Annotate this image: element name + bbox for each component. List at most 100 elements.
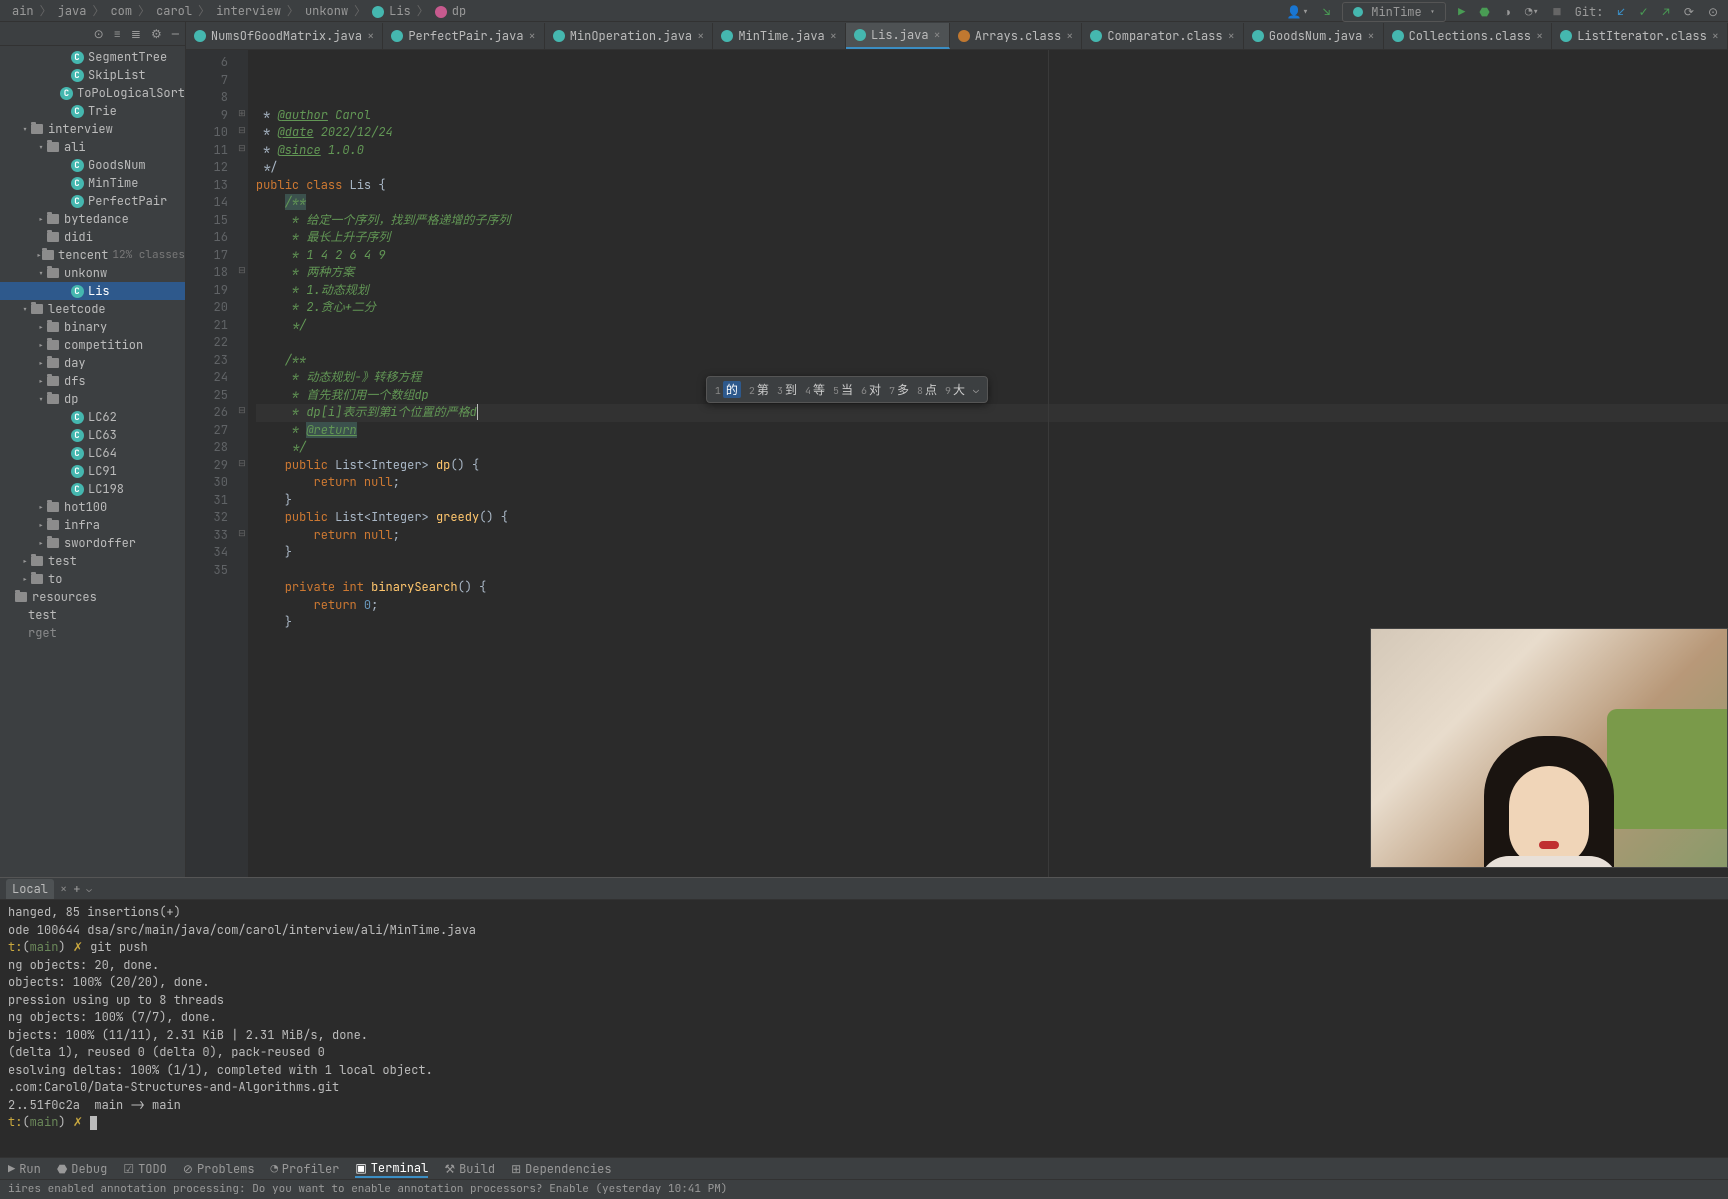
ime-candidate[interactable]: 4等 <box>805 381 825 398</box>
code-line[interactable]: * 最长上升子序列 <box>256 229 1728 247</box>
tree-item[interactable]: ▾interview <box>0 120 185 138</box>
editor-tab[interactable]: Collections.class× <box>1384 23 1553 49</box>
code-line[interactable]: */ <box>256 159 1728 177</box>
user-icon[interactable]: 👤▾ <box>1287 4 1309 20</box>
code-line[interactable]: * @since 1.0.0 <box>256 142 1728 160</box>
tree-item[interactable]: ▾dp <box>0 390 185 408</box>
terminal-output[interactable]: hanged, 85 insertions(+)ode 100644 dsa/s… <box>0 900 1728 1157</box>
run-config-select[interactable]: MinTime ▾ <box>1342 2 1446 22</box>
close-icon[interactable]: × <box>1536 28 1543 44</box>
collapse-icon[interactable]: ≣ <box>131 26 141 42</box>
code-line[interactable]: /** <box>256 194 1728 212</box>
editor-tabs[interactable]: NumsOfGoodMatrix.java×PerfectPair.java×M… <box>186 22 1728 50</box>
tree-item[interactable]: ▾ali <box>0 138 185 156</box>
profile-button[interactable]: ◔▾ <box>1525 4 1539 20</box>
locate-icon[interactable]: ⊙ <box>94 26 104 42</box>
tree-item[interactable]: didi <box>0 228 185 246</box>
expand-icon[interactable]: ≡ <box>114 26 121 42</box>
coverage-button[interactable]: ◑ <box>1504 4 1511 20</box>
tool-dependencies[interactable]: ⊞Dependencies <box>511 1161 611 1177</box>
code-line[interactable]: * 首先我们用一个数组dp <box>256 387 1728 405</box>
close-icon[interactable]: × <box>1712 28 1719 44</box>
breadcrumb-seg[interactable]: dp <box>452 3 466 19</box>
ime-candidate[interactable]: 8点 <box>917 381 937 398</box>
tree-item[interactable]: ▸day <box>0 354 185 372</box>
code-line[interactable]: * @author Carol <box>256 107 1728 125</box>
debug-button[interactable]: ⬣ <box>1479 4 1489 20</box>
close-icon[interactable]: × <box>934 27 941 43</box>
editor-tab[interactable]: Lis.java× <box>846 23 950 49</box>
settings-icon[interactable]: ⚙ <box>151 26 162 42</box>
tree-item[interactable]: CTrie <box>0 102 185 120</box>
code-line[interactable]: private int binarySearch() { <box>256 579 1728 597</box>
bottom-tool-bar[interactable]: ▶Run⬣Debug☑TODO⊘Problems◔Profiler▣Termin… <box>0 1157 1728 1179</box>
terminal-dropdown-icon[interactable]: ⌄ <box>86 883 91 895</box>
tree-item[interactable]: ▸dfs <box>0 372 185 390</box>
tree-item[interactable]: CLC63 <box>0 426 185 444</box>
tree-item[interactable]: ▸binary <box>0 318 185 336</box>
close-icon[interactable]: × <box>1367 28 1374 44</box>
tree-item[interactable]: CLC198 <box>0 480 185 498</box>
stop-button[interactable]: ■ <box>1553 4 1560 20</box>
ime-candidate[interactable]: 2第 <box>749 381 769 398</box>
tree-item[interactable]: ▸to <box>0 570 185 588</box>
ime-candidate[interactable]: 3到 <box>777 381 797 398</box>
code-line[interactable]: return null; <box>256 527 1728 545</box>
close-icon[interactable]: × <box>697 28 704 44</box>
code-line[interactable]: public List<Integer> dp() { <box>256 457 1728 475</box>
project-tree[interactable]: CSegmentTreeCSkipListCToPoLogicalSortCTr… <box>0 46 185 662</box>
ime-candidate[interactable]: 1的 <box>715 381 741 398</box>
tree-item[interactable]: CLC62 <box>0 408 185 426</box>
code-line[interactable]: * @date 2022/12/24 <box>256 124 1728 142</box>
run-button[interactable]: ▶ <box>1458 4 1465 20</box>
git-update-icon[interactable]: ↙ <box>1617 4 1624 20</box>
code-line[interactable]: * 动态规划-》转移方程 <box>256 369 1728 387</box>
tree-item[interactable]: ▾leetcode <box>0 300 185 318</box>
editor-tab[interactable]: Arrays.class× <box>950 23 1083 49</box>
ime-candidate[interactable]: 5当 <box>833 381 853 398</box>
editor-tab[interactable]: MinOperation.java× <box>545 23 714 49</box>
close-icon[interactable]: × <box>529 28 536 44</box>
code-line[interactable]: /** <box>256 352 1728 370</box>
tool-problems[interactable]: ⊘Problems <box>183 1161 255 1177</box>
code-line[interactable]: public List<Integer> greedy() { <box>256 509 1728 527</box>
editor-tab[interactable]: NumsOfGoodMatrix.java× <box>186 23 383 49</box>
ime-candidate[interactable]: 9大 <box>945 381 965 398</box>
tree-item[interactable]: ▸tencent12% classes, 10% lines covered <box>0 246 185 264</box>
close-icon[interactable]: × <box>1066 28 1073 44</box>
tool-build[interactable]: ⚒Build <box>444 1161 495 1177</box>
editor-tab[interactable]: MinTime.java× <box>713 23 846 49</box>
close-icon[interactable]: × <box>367 28 374 44</box>
git-commit-icon[interactable]: ✓ <box>1639 4 1649 20</box>
tool-debug[interactable]: ⬣Debug <box>57 1161 108 1177</box>
close-icon[interactable]: × <box>1228 28 1235 44</box>
tree-item[interactable] <box>0 642 185 660</box>
editor-tab[interactable]: GoodsNum.java× <box>1244 23 1384 49</box>
fold-gutter[interactable]: ⊞⊟⊟⊟⊟⊟⊟ <box>236 50 248 877</box>
tree-item[interactable]: ▾unkonw <box>0 264 185 282</box>
tool-profiler[interactable]: ◔Profiler <box>271 1161 340 1177</box>
terminal-tabs[interactable]: Local × + ⌄ <box>0 878 1728 900</box>
code-line[interactable]: * dp[i]表示到第i个位置的严格d <box>256 404 1728 422</box>
tree-item[interactable]: resources <box>0 588 185 606</box>
breadcrumb-seg[interactable]: unkonw <box>305 3 348 19</box>
code-line[interactable]: */ <box>256 439 1728 457</box>
tool-terminal[interactable]: ▣Terminal <box>355 1160 428 1178</box>
terminal-tab-close-icon[interactable]: × <box>60 881 67 897</box>
ime-candidate-bar[interactable]: 1的2第3到4等5当6对7多8点9大⌄ <box>706 376 988 403</box>
tree-item[interactable]: ▸bytedance <box>0 210 185 228</box>
tree-item[interactable]: CSkipList <box>0 66 185 84</box>
tree-item[interactable]: CLis <box>0 282 185 300</box>
code-line[interactable] <box>256 334 1728 352</box>
tree-item[interactable]: ▸infra <box>0 516 185 534</box>
code-line[interactable]: public class Lis { <box>256 177 1728 195</box>
code-line[interactable]: * @return <box>256 422 1728 440</box>
ime-candidate[interactable]: 6对 <box>861 381 881 398</box>
terminal-add-icon[interactable]: + <box>73 881 80 897</box>
code-line[interactable]: return 0; <box>256 597 1728 615</box>
search-icon[interactable]: ⊙ <box>1708 4 1718 20</box>
tree-item[interactable]: CToPoLogicalSort <box>0 84 185 102</box>
tree-item[interactable]: test <box>0 606 185 624</box>
tree-item[interactable]: rget <box>0 624 185 642</box>
tree-item[interactable]: ▸test <box>0 552 185 570</box>
